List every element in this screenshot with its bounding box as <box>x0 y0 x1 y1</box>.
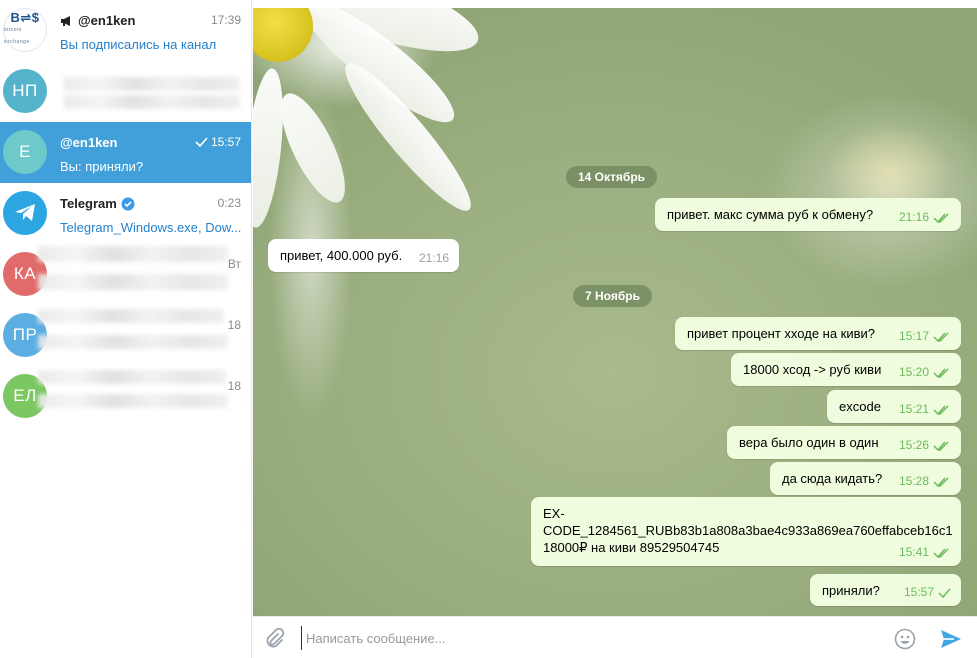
check-icon <box>195 137 208 147</box>
dialog-item-pr[interactable]: ПР 18 <box>0 305 251 366</box>
dialog-time: 15:57 <box>210 135 241 149</box>
double-check-icon <box>933 476 949 487</box>
message-time: 15:28 <box>898 474 929 488</box>
message-time: 15:26 <box>898 438 929 452</box>
paperclip-icon[interactable] <box>263 628 285 650</box>
dialog-time: 18 <box>227 379 241 393</box>
wallpaper-petal <box>253 66 290 230</box>
chat-history: 14 Октябрь привет. макс сумма руб к обме… <box>253 8 977 616</box>
emoji-icon[interactable] <box>894 628 916 650</box>
message-out[interactable]: EX- CODE_1284561_RUBb83b1a808a3bae4c933a… <box>531 497 961 566</box>
message-time: 15:20 <box>898 365 929 379</box>
dialog-preview: Вы: приняли? <box>60 159 144 174</box>
blurred-preview <box>38 335 228 349</box>
dialog-time: Вт <box>227 257 241 271</box>
wallpaper-flower <box>253 8 313 62</box>
message-input[interactable] <box>301 626 861 650</box>
blurred-preview <box>64 95 240 109</box>
dialog-name: @en1ken <box>78 13 136 28</box>
dialog-item-en1ken-active[interactable]: E @en1ken 15:57 Вы: приняли? <box>0 122 251 183</box>
message-out[interactable]: вера было один в один 15:26 <box>727 426 961 459</box>
channel-avatar: B⇌$ bitcoin exchange <box>3 8 47 52</box>
dialog-item-telegram[interactable]: Telegram 0:23 Telegram_Windows.exe, Dow.… <box>0 183 251 244</box>
avatar: E <box>3 130 47 174</box>
double-check-icon <box>933 404 949 415</box>
dialog-preview: Telegram_Windows.exe, Dow... <box>60 220 242 235</box>
dialog-time: 18 <box>227 318 241 332</box>
date-separator: 14 Октябрь <box>566 166 658 188</box>
message-time: 15:57 <box>903 585 934 599</box>
blurred-name <box>38 370 226 384</box>
dialog-name: @en1ken <box>60 135 118 150</box>
message-out[interactable]: привет процент хходе на киви? 15:17 <box>675 317 961 350</box>
message-text-line: EX- <box>543 506 565 521</box>
dialog-preview: Вы подписались на канал <box>60 37 217 52</box>
dialog-time: 17:39 <box>210 13 241 27</box>
message-text: приняли? <box>822 583 880 598</box>
double-check-icon <box>933 367 949 378</box>
check-icon <box>938 588 951 598</box>
dialog-item-ka[interactable]: КА Вт <box>0 244 251 305</box>
message-text: привет, 400.000 руб. <box>280 248 403 263</box>
message-text: вера было один в один <box>739 435 879 450</box>
double-check-icon <box>933 212 949 223</box>
message-out[interactable]: привет. макс сумма руб к обмену? 21:16 <box>655 198 961 231</box>
message-out[interactable]: excode 15:21 <box>827 390 961 423</box>
message-in[interactable]: привет, 400.000 руб. 21:16 <box>268 239 459 272</box>
blurred-name <box>38 246 228 262</box>
blurred-preview <box>38 274 228 290</box>
dialog-time: 0:23 <box>217 196 241 210</box>
dialog-name: Telegram <box>60 196 117 211</box>
message-out[interactable]: 18000 хсод -> руб киви 15:20 <box>731 353 961 386</box>
message-out[interactable]: приняли? 15:57 <box>810 574 961 606</box>
double-check-icon <box>933 440 949 451</box>
wallpaper-petal <box>268 85 358 211</box>
message-text-line: CODE_1284561_RUBb83b1a808a3bae4c933a869e… <box>543 523 953 538</box>
dialog-item-np[interactable]: НП <box>0 61 251 122</box>
message-text: 18000 хсод -> руб киви <box>743 362 882 377</box>
blurred-name <box>64 77 240 91</box>
message-text-line: 18000₽ на киви 89529504745 <box>543 540 720 555</box>
message-time: 15:17 <box>898 329 929 343</box>
message-text: привет. макс сумма руб к обмену? <box>667 207 874 222</box>
blurred-preview <box>38 394 228 408</box>
dialog-item-en1ken-channel[interactable]: B⇌$ bitcoin exchange @en1ken 17:39 Вы по… <box>0 0 251 61</box>
avatar: НП <box>3 69 47 113</box>
telegram-logo-icon <box>3 191 47 235</box>
dialog-list: B⇌$ bitcoin exchange @en1ken 17:39 Вы по… <box>0 0 252 658</box>
composer <box>253 616 977 658</box>
blurred-name <box>38 309 224 323</box>
message-text: excode <box>839 399 881 414</box>
message-text: привет процент хходе на киви? <box>687 326 876 341</box>
dialog-item-el[interactable]: ЕЛ 18 <box>0 366 251 427</box>
message-text: да сюда кидать? <box>782 471 883 486</box>
message-time: 15:21 <box>898 402 929 416</box>
message-out[interactable]: да сюда кидать? 15:28 <box>770 462 961 495</box>
date-separator: 7 Ноябрь <box>573 285 652 307</box>
double-check-icon <box>933 331 949 342</box>
message-time: 21:16 <box>898 210 929 224</box>
double-check-icon <box>933 547 949 558</box>
verified-badge-icon <box>121 197 135 210</box>
megaphone-icon <box>61 15 70 26</box>
message-time: 15:41 <box>898 545 929 559</box>
send-icon[interactable] <box>939 628 963 650</box>
message-time: 21:16 <box>418 251 449 265</box>
